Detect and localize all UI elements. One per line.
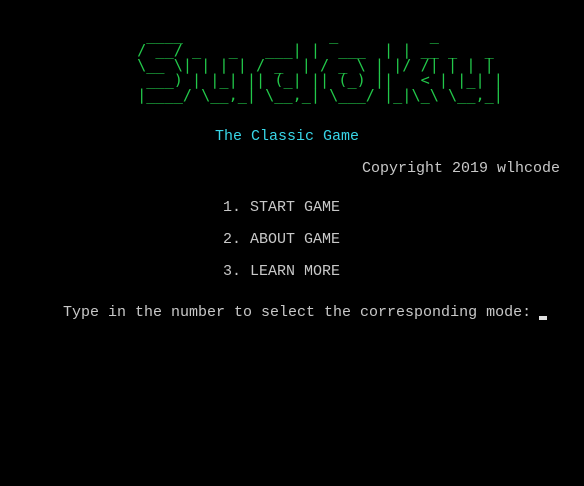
mode-prompt: Type in the number to select the corresp… — [63, 304, 548, 321]
text-cursor — [539, 316, 548, 320]
sudoku-ascii-art: ____ _ _ / __/ _ _ ___| | ___ | | __ _ _… — [137, 26, 503, 104]
subtitle: The Classic Game — [215, 128, 360, 145]
copyright-notice: Copyright 2019 wlhcode — [361, 160, 560, 177]
prompt-text: Type in the number to select the corresp… — [63, 304, 532, 321]
menu-item-about-game[interactable]: 2. ABOUT GAME — [223, 224, 340, 256]
console-window: ____ _ _ / __/ _ _ ___| | ___ | | __ _ _… — [0, 0, 584, 486]
menu-item-learn-more[interactable]: 3. LEARN MORE — [223, 256, 340, 288]
sudoku-ascii-logo: ____ _ _ / __/ _ _ ___| | ___ | | __ _ _… — [128, 26, 503, 116]
main-menu: 1. START GAME 2. ABOUT GAME 3. LEARN MOR… — [223, 192, 340, 288]
menu-item-start-game[interactable]: 1. START GAME — [223, 192, 340, 224]
